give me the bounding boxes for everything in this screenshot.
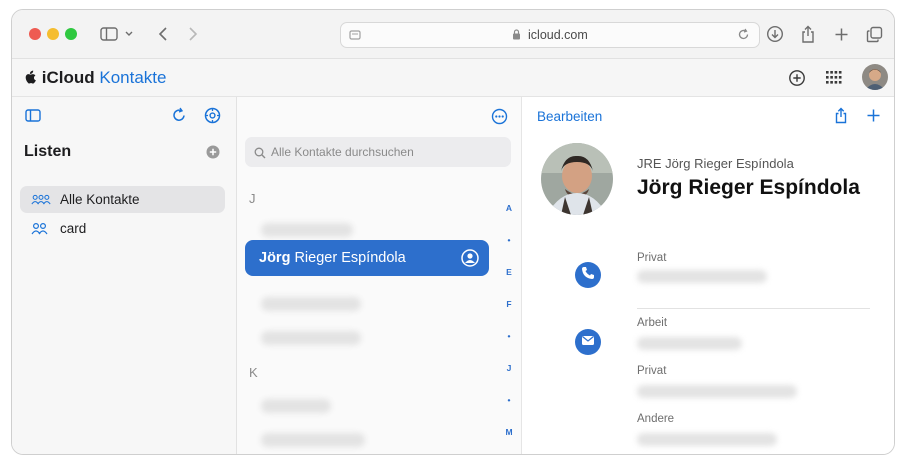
blurred-contact[interactable]: [261, 297, 361, 311]
brand-name: Kontakte: [99, 68, 167, 87]
search-placeholder: Alle Kontakte durchsuchen: [271, 145, 414, 159]
contact-photo: [541, 143, 613, 215]
lists-sidebar: Listen Alle Kontakte card: [12, 97, 237, 454]
minimize-window-button[interactable]: [47, 28, 59, 40]
phone-icon: [581, 266, 595, 285]
blurred-email-value[interactable]: [637, 385, 797, 398]
sidebar-toggle-icon[interactable]: [98, 22, 120, 46]
contact-subtitle: JRE Jörg Rieger Espíndola: [637, 156, 794, 171]
contacts-list-panel: Alle Kontakte durchsuchen J Jörg Rieger …: [237, 97, 522, 455]
contact-detail-panel: Bearbeiten JRE Jörg Rieger Espíndola Jör…: [522, 97, 894, 454]
list-item-label: card: [60, 221, 87, 236]
index-letter[interactable]: M: [503, 427, 515, 437]
group-icon: [31, 193, 51, 206]
forward-icon[interactable]: [184, 22, 202, 46]
sidebar-panel-icon[interactable]: [25, 109, 41, 127]
add-list-icon[interactable]: [206, 145, 220, 164]
divider: [637, 308, 870, 309]
lists-title: Listen: [24, 143, 72, 160]
apple-logo-icon: [25, 68, 42, 87]
index-dot[interactable]: •: [503, 235, 515, 245]
download-icon[interactable]: [764, 22, 786, 46]
more-options-icon[interactable]: [491, 108, 508, 130]
close-window-button[interactable]: [29, 28, 41, 40]
blurred-contact[interactable]: [261, 399, 331, 413]
add-circle-icon[interactable]: [788, 69, 806, 92]
app-grid-icon[interactable]: [825, 70, 842, 90]
share-contact-icon[interactable]: [834, 107, 848, 129]
contact-card-icon: [461, 249, 479, 272]
tab-overview-icon[interactable]: [863, 22, 885, 46]
email-label-work: Arbeit: [637, 317, 668, 329]
blurred-contact[interactable]: [261, 433, 365, 447]
app-header: iCloud Kontakte: [12, 59, 894, 97]
people-icon: [31, 222, 51, 235]
address-bar[interactable]: icloud.com: [340, 22, 760, 48]
blurred-phone-value[interactable]: [637, 270, 767, 283]
settings-icon[interactable]: [204, 107, 221, 129]
index-letter[interactable]: A: [503, 203, 515, 213]
selected-contact-row[interactable]: Jörg Rieger Espíndola: [245, 240, 489, 276]
back-icon[interactable]: [154, 22, 172, 46]
list-item-card[interactable]: card: [20, 215, 225, 242]
contact-name: Jörg Rieger Espíndola: [637, 176, 860, 199]
brand-prefix: iCloud: [41, 68, 95, 87]
blurred-contact[interactable]: [261, 223, 353, 237]
list-item-label: Alle Kontakte: [60, 192, 140, 207]
index-letter[interactable]: E: [503, 267, 515, 277]
user-avatar[interactable]: [862, 64, 888, 90]
index-dot[interactable]: •: [503, 395, 515, 405]
share-icon[interactable]: [797, 22, 819, 46]
selected-contact-name: Jörg Rieger Espíndola: [259, 250, 406, 266]
browser-toolbar: icloud.com: [12, 10, 894, 59]
email-button[interactable]: [575, 329, 601, 355]
reload-icon[interactable]: [737, 28, 750, 46]
mail-icon: [581, 333, 595, 351]
section-header-k: K: [249, 365, 258, 380]
blurred-email-value[interactable]: [637, 433, 777, 446]
search-input[interactable]: Alle Kontakte durchsuchen: [245, 137, 511, 167]
search-icon: [254, 146, 266, 164]
email-label-other: Andere: [637, 413, 675, 425]
list-item-all-contacts[interactable]: Alle Kontakte: [20, 186, 225, 213]
new-tab-icon[interactable]: [830, 22, 852, 46]
blurred-email-value[interactable]: [637, 337, 742, 350]
url-text: icloud.com: [341, 28, 759, 42]
refresh-icon[interactable]: [171, 107, 187, 128]
add-contact-icon[interactable]: [866, 108, 881, 128]
index-dot[interactable]: •: [503, 331, 515, 341]
index-letter[interactable]: F: [503, 299, 515, 309]
index-dot[interactable]: •: [503, 454, 515, 455]
blurred-contact[interactable]: [261, 331, 361, 345]
chevron-down-icon[interactable]: [122, 22, 136, 46]
app-title: iCloud Kontakte: [25, 68, 166, 88]
browser-window: icloud.com iCloud Kontakte Listen Alle K…: [11, 9, 895, 455]
call-button[interactable]: [575, 262, 601, 288]
index-letter[interactable]: J: [503, 363, 515, 373]
zoom-window-button[interactable]: [65, 28, 77, 40]
url-label: icloud.com: [528, 28, 588, 42]
email-label-private: Privat: [637, 365, 667, 377]
lock-icon: [512, 29, 524, 42]
section-header-j: J: [249, 191, 256, 206]
phone-label: Privat: [637, 252, 667, 264]
edit-button[interactable]: Bearbeiten: [537, 109, 602, 124]
